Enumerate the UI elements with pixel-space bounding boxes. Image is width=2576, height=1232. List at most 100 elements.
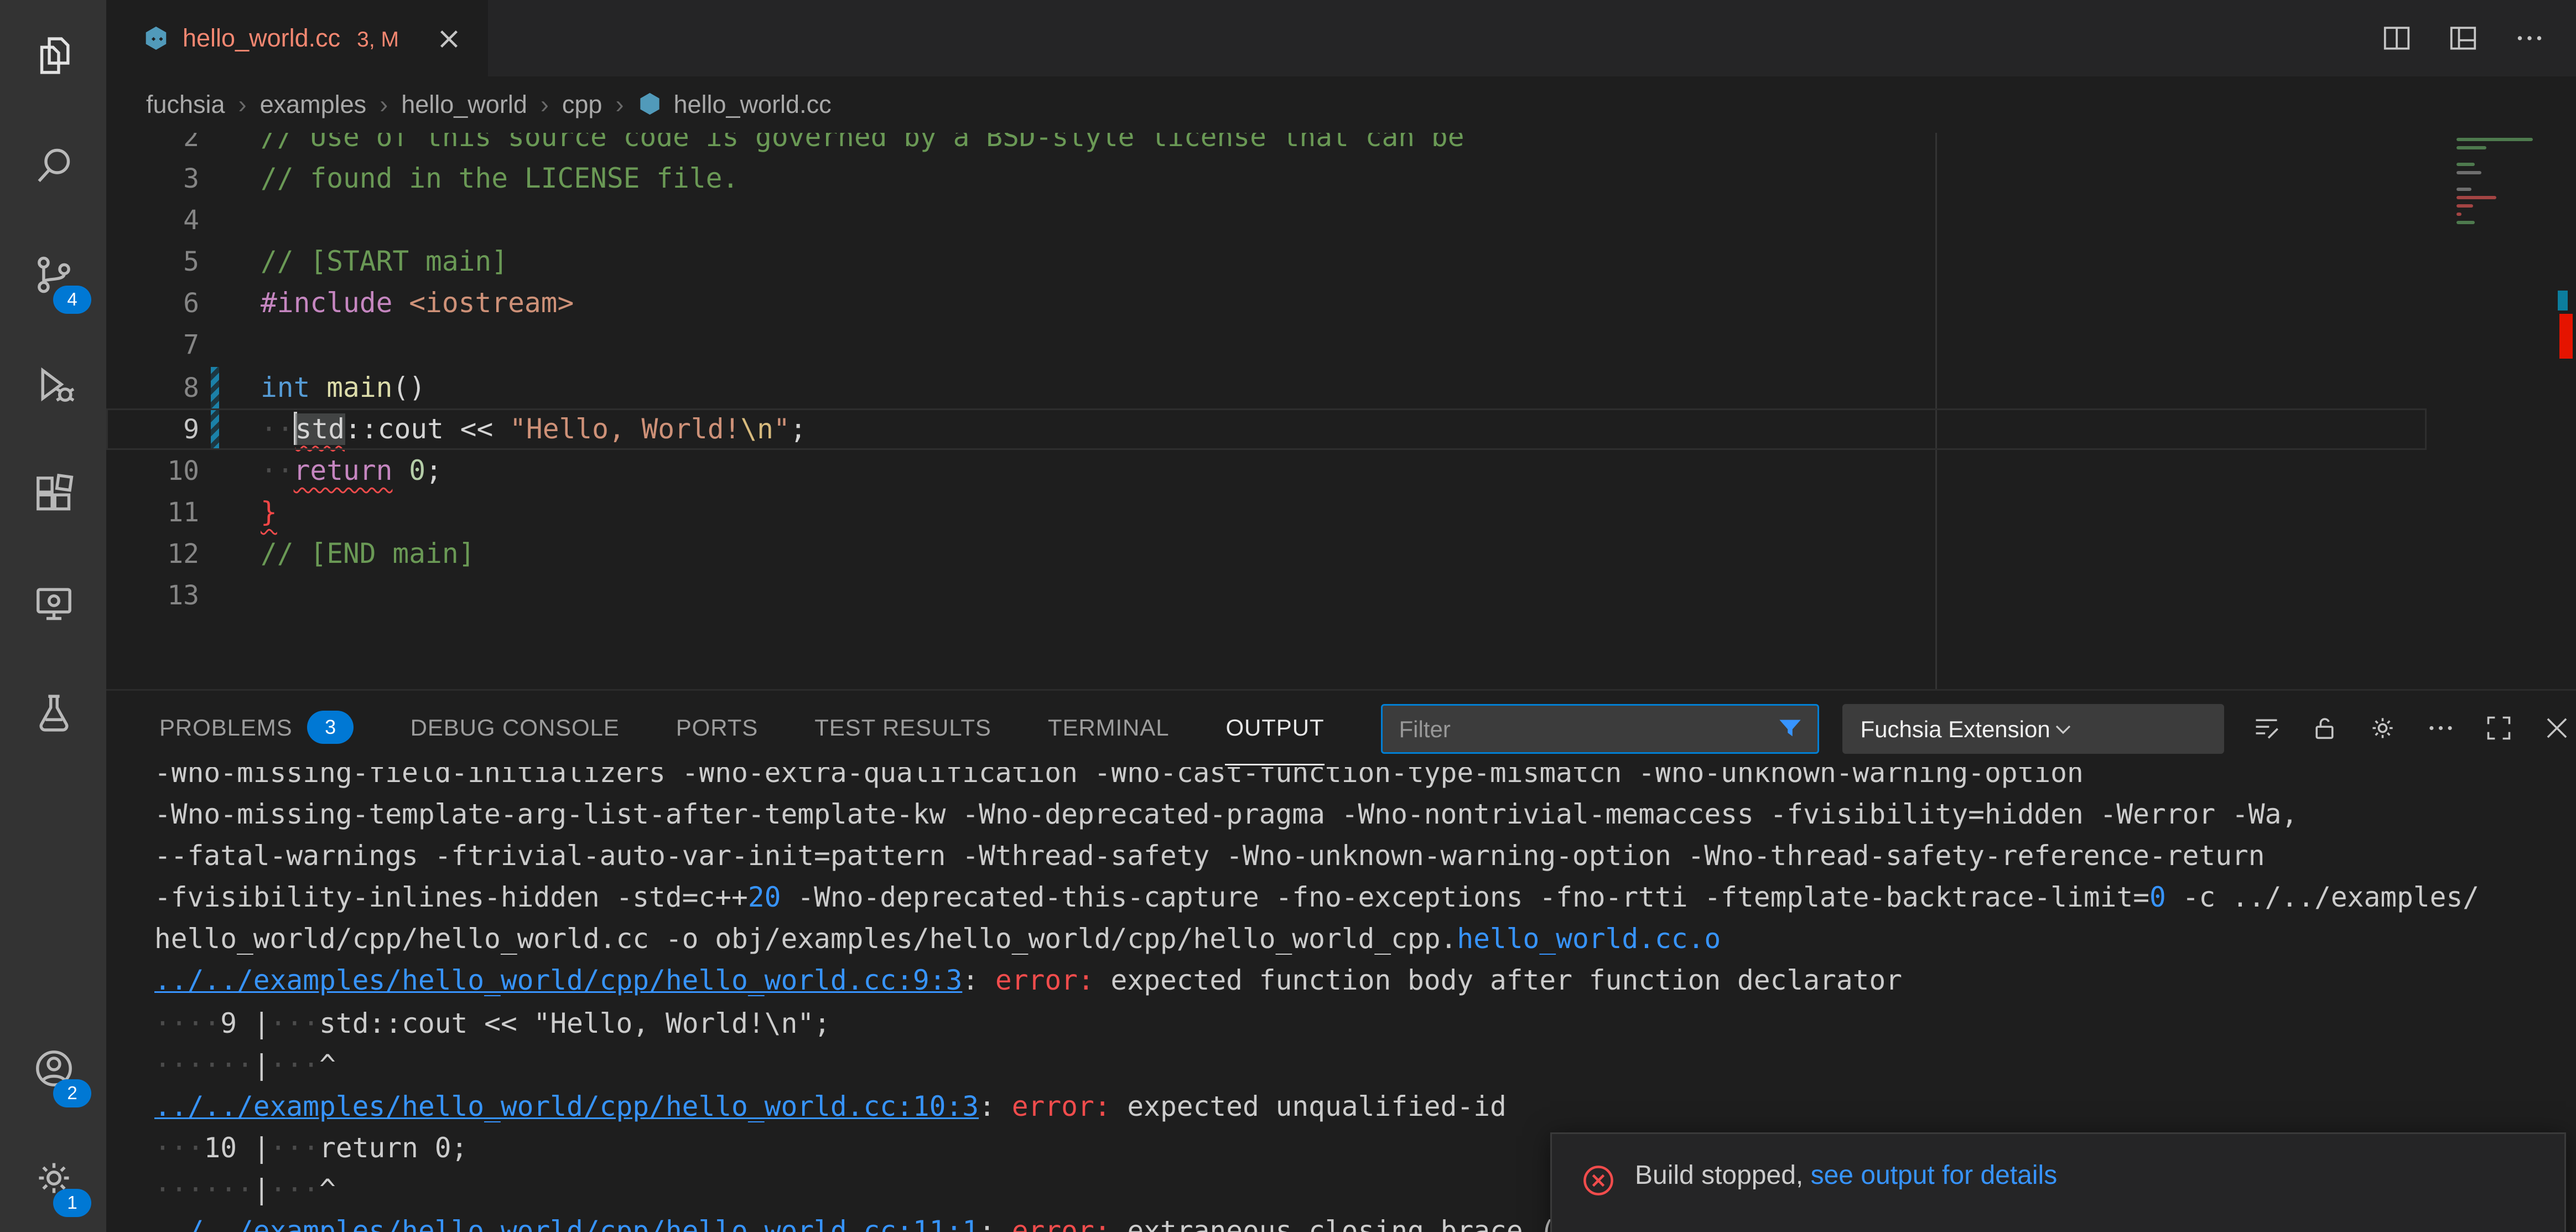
minimap[interactable] xyxy=(2456,138,2553,229)
output-line: -Wno-missing-template-arg-list-after-tem… xyxy=(154,794,2576,835)
line-number[interactable]: 3 xyxy=(106,158,199,199)
output-token: : xyxy=(962,965,995,997)
breadcrumb-item-file[interactable]: hello_world.cc xyxy=(637,91,831,119)
output-line: -Wno-missing-field-initializers -Wno-ext… xyxy=(154,767,2576,794)
output-settings-button[interactable] xyxy=(2364,708,2403,748)
code-text: int main() xyxy=(219,366,425,408)
notification-message: Build stopped, see output for details xyxy=(1635,1162,2057,1192)
activity-bar: 4 2 xyxy=(0,0,106,1232)
breadcrumb-item-cpp[interactable]: cpp xyxy=(562,91,603,119)
breadcrumb-item-fuchsia[interactable]: fuchsia xyxy=(146,91,225,119)
code-token: " xyxy=(773,413,790,444)
cpp-file-icon xyxy=(637,91,662,118)
line-number[interactable]: 10 xyxy=(106,449,199,491)
maximize-panel-button[interactable] xyxy=(2480,708,2520,748)
sidebar-item-remote-explorer[interactable] xyxy=(0,548,106,658)
split-editor-button[interactable] xyxy=(2377,18,2417,58)
problems-count-badge: 3 xyxy=(308,711,354,744)
notification-toast: Build stopped, see output for details xyxy=(1550,1132,2566,1232)
chevron-separator-icon: › xyxy=(615,91,624,119)
filter-icon[interactable] xyxy=(1776,714,1804,742)
code-editor[interactable]: 2// Use of this source code is governed … xyxy=(106,133,2576,689)
code-token: // [START main] xyxy=(261,246,508,278)
sidebar-item-accounts[interactable]: 2 xyxy=(0,1013,106,1122)
code-text: // [END main] xyxy=(219,533,475,574)
tab-close-button[interactable] xyxy=(432,22,465,55)
panel-tab-test-results[interactable]: TEST RESULTS xyxy=(814,691,991,765)
output-token: : xyxy=(979,1215,1012,1232)
sidebar-item-run-debug[interactable] xyxy=(0,329,106,438)
output-file-link[interactable]: ../../examples/hello_world/cpp/hello_wor… xyxy=(154,1215,979,1232)
panel-tab-problems[interactable]: PROBLEMS 3 xyxy=(159,691,354,765)
line-number[interactable]: 11 xyxy=(106,491,199,533)
customize-layout-button[interactable] xyxy=(2443,18,2483,58)
ellipsis-icon xyxy=(2426,712,2457,744)
more-actions-button[interactable] xyxy=(2510,18,2549,58)
output-file-link[interactable]: ../../examples/hello_world/cpp/hello_wor… xyxy=(154,1090,979,1122)
panel-tab-output[interactable]: OUTPUT xyxy=(1225,691,1324,765)
output-file-link[interactable]: ../../examples/hello_world/cpp/hello_wor… xyxy=(154,965,962,997)
gutter-space xyxy=(211,449,219,491)
gutter-space xyxy=(211,491,219,533)
clear-output-button[interactable] xyxy=(2247,708,2287,748)
line-number[interactable]: 9 xyxy=(106,408,199,449)
search-icon xyxy=(31,142,76,187)
panel-controls: Fuchsia Extension xyxy=(1381,703,2576,753)
output-token: -c ../../examples/ xyxy=(2166,882,2479,914)
panel-tab-terminal[interactable]: TERMINAL xyxy=(1048,691,1170,765)
gutter-space xyxy=(211,574,219,616)
breadcrumb-item-examples[interactable]: examples xyxy=(260,91,367,119)
output-token: extraneous closing brace ('}') xyxy=(1111,1215,1622,1232)
code-line: 7 xyxy=(106,324,2427,366)
code-token: main xyxy=(326,371,392,403)
scroll-lock-button[interactable] xyxy=(2305,708,2345,748)
modified-line-indicator xyxy=(211,408,219,449)
output-token: 20 xyxy=(748,882,781,914)
code-line: 5 // [START main] xyxy=(106,241,2427,283)
sidebar-item-settings[interactable]: 1 xyxy=(0,1122,106,1232)
sidebar-item-testing[interactable] xyxy=(0,658,106,767)
tab-decoration: 3, M xyxy=(357,26,399,51)
output-token: -fvisibility-inlines-hidden -std=c++ xyxy=(154,882,748,914)
chevron-separator-icon: › xyxy=(238,91,247,119)
sidebar-item-search[interactable] xyxy=(0,110,106,219)
output-line: hello_world/cpp/hello_world.cc -o obj/ex… xyxy=(154,919,2576,960)
editor-tab-hello-world[interactable]: hello_world.cc 3, M xyxy=(106,0,489,76)
code-token: "Hello, World! xyxy=(510,413,740,444)
code-line: 6#include <iostream> xyxy=(106,283,2427,324)
panel-tab-ports[interactable]: PORTS xyxy=(676,691,758,765)
sidebar-item-extensions[interactable] xyxy=(0,438,106,548)
panel-header: PROBLEMS 3 DEBUG CONSOLE PORTS TEST RESU… xyxy=(106,691,2576,765)
line-number[interactable]: 12 xyxy=(106,533,199,574)
code-line: 12 // [END main] xyxy=(106,533,2427,574)
cpp-file-icon xyxy=(143,24,169,53)
sidebar-item-source-control[interactable]: 4 xyxy=(0,219,106,329)
panel-more-actions-button[interactable] xyxy=(2422,708,2461,748)
close-panel-button[interactable] xyxy=(2538,708,2576,748)
line-number[interactable]: 7 xyxy=(106,324,199,366)
breadcrumb-item-hello-world[interactable]: hello_world xyxy=(401,91,527,119)
line-number[interactable]: 5 xyxy=(106,241,199,283)
breadcrumb: fuchsia › examples › hello_world › cpp ›… xyxy=(106,76,2576,133)
code-token: () xyxy=(393,371,426,403)
overview-ruler[interactable] xyxy=(2556,133,2576,689)
line-number[interactable]: 13 xyxy=(106,574,199,616)
close-icon xyxy=(2542,712,2573,744)
line-number[interactable]: 6 xyxy=(106,283,199,324)
output-channel-select[interactable]: Fuchsia Extension xyxy=(1842,703,2224,753)
line-number[interactable]: 8 xyxy=(106,366,199,408)
code-text: ··return 0; xyxy=(219,449,442,491)
sidebar-item-explorer[interactable] xyxy=(0,0,106,110)
code-token: <iostream> xyxy=(392,288,574,319)
line-number[interactable]: 4 xyxy=(106,200,199,241)
panel-tab-debug-console[interactable]: DEBUG CONSOLE xyxy=(411,691,620,765)
code-text: // found in the LICENSE file. xyxy=(219,158,739,199)
output-token: ··· xyxy=(154,1132,204,1164)
line-number[interactable]: 2 xyxy=(106,133,199,158)
notification-link[interactable]: see output for details xyxy=(1811,1162,2058,1190)
output-line: ····9 |···std::cout << "Hello, World!\n"… xyxy=(154,1002,2576,1044)
overview-modified-mark xyxy=(2558,291,2568,310)
filter-input[interactable] xyxy=(1396,713,1776,743)
output-token: -Wno-deprecated-this-capture -fno-except… xyxy=(781,882,2150,914)
chevron-down-icon xyxy=(2050,715,2077,742)
